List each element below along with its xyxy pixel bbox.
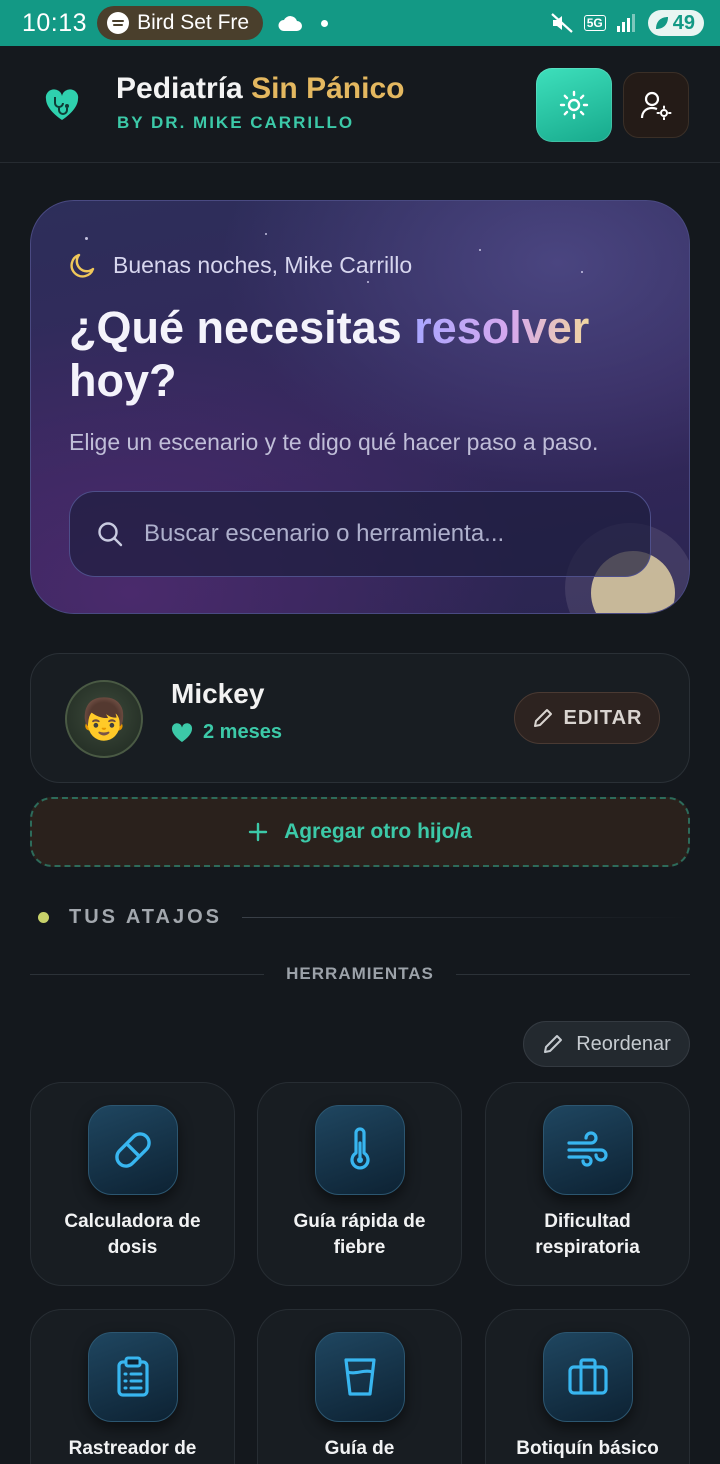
leaf-icon — [655, 17, 668, 29]
tool-icon-tile — [88, 1332, 178, 1422]
hero-title-start: ¿Qué necesitas — [69, 302, 402, 353]
subsection-title: HERRAMIENTAS — [286, 964, 434, 983]
battery-indicator: 49 — [647, 10, 704, 36]
tool-label: Dificultad respiratoria — [535, 1211, 640, 1258]
cup-icon — [344, 1358, 376, 1396]
app-header: Pediatría Sin Pánico BY DR. MIKE CARRILL… — [0, 46, 720, 163]
status-time: 10:13 — [22, 8, 88, 37]
mute-icon — [550, 13, 573, 33]
media-chip[interactable]: Bird Set Fre — [97, 6, 264, 40]
pencil-icon — [533, 709, 552, 727]
profile-settings-button[interactable] — [623, 72, 689, 138]
media-title: Bird Set Fre — [137, 11, 250, 34]
thermometer-icon — [350, 1127, 370, 1170]
tools-subheader: HERRAMIENTAS — [30, 964, 690, 984]
section-dot-icon — [38, 912, 49, 923]
tool-card-dose-calculator[interactable]: Calculadora de dosis — [30, 1082, 235, 1286]
theme-toggle-button[interactable] — [536, 68, 612, 142]
app-screen: 10:13 Bird Set Fre 5G 49 Pediatría Sin P… — [0, 0, 720, 1464]
wind-icon — [567, 1131, 608, 1167]
section-divider — [241, 917, 690, 918]
child-age: 2 meses — [171, 721, 282, 744]
user-settings-icon — [640, 91, 672, 120]
greeting: Buenas noches, Mike Carrillo — [69, 251, 412, 279]
tool-card-first-aid-kit[interactable]: Botiquín básico — [485, 1309, 690, 1464]
search-box[interactable] — [69, 491, 651, 577]
star-decoration — [265, 233, 267, 235]
app-byline: BY DR. MIKE CARRILLO — [117, 113, 355, 132]
hero-title: ¿Qué necesitas resolver hoy? — [69, 301, 659, 407]
heart-icon — [171, 722, 193, 742]
hero-subtitle: Elige un escenario y te digo qué hacer p… — [69, 429, 599, 455]
star-decoration — [85, 237, 88, 240]
reorder-label: Reordenar — [576, 1032, 671, 1055]
add-child-button[interactable]: Agregar otro hijo/a — [30, 797, 690, 867]
notification-dot-icon — [321, 19, 329, 27]
avatar: 👦 — [65, 680, 143, 758]
briefcase-icon — [568, 1358, 608, 1395]
child-profile-card[interactable]: 👦 Mickey 2 meses EDITAR — [30, 653, 690, 783]
plus-icon — [248, 822, 268, 842]
clipboard-icon — [117, 1356, 149, 1397]
child-age-text: 2 meses — [203, 721, 282, 743]
tool-label: Guía rápida de fiebre — [293, 1211, 426, 1258]
battery-level: 49 — [672, 11, 695, 34]
tool-icon-tile — [88, 1105, 178, 1195]
tool-icon-tile — [543, 1332, 633, 1422]
app-title-main: Pediatría — [116, 72, 243, 105]
star-decoration — [367, 281, 369, 283]
hero-title-highlight: resolver — [414, 302, 590, 353]
search-input[interactable] — [144, 520, 650, 548]
hero-card: Buenas noches, Mike Carrillo ¿Qué necesi… — [30, 200, 690, 614]
hero-title-end: hoy? — [69, 355, 177, 406]
tool-card-tracker[interactable]: Rastreador de — [30, 1309, 235, 1464]
cloud-icon — [278, 16, 303, 31]
pencil-icon — [544, 1035, 563, 1053]
divider — [455, 973, 690, 975]
child-name: Mickey — [171, 678, 265, 709]
shortcuts-section-header: TUS ATAJOS — [38, 906, 690, 929]
section-title: TUS ATAJOS — [69, 906, 222, 928]
greeting-text: Buenas noches, Mike Carrillo — [113, 251, 413, 278]
add-child-label: Agregar otro hijo/a — [284, 820, 472, 843]
divider — [30, 973, 265, 975]
tool-card-breathing-difficulty[interactable]: Dificultad respiratoria — [485, 1082, 690, 1286]
star-decoration — [581, 271, 583, 273]
tool-icon-tile — [543, 1105, 633, 1195]
status-bar: 10:13 Bird Set Fre 5G 49 — [0, 0, 720, 46]
search-icon — [98, 522, 123, 547]
app-title-accent: Sin Pánico — [251, 72, 405, 105]
tool-label: Guía de — [324, 1438, 395, 1459]
tool-icon-tile — [315, 1332, 405, 1422]
network-badge: 5G — [583, 15, 606, 31]
sun-icon — [559, 90, 589, 120]
heart-stethoscope-icon — [45, 89, 79, 120]
tool-icon-tile — [315, 1105, 405, 1195]
tool-label: Botiquín básico — [516, 1438, 659, 1459]
tool-label: Rastreador de — [68, 1438, 197, 1459]
status-right: 5G 49 — [550, 10, 704, 36]
spotify-icon — [107, 12, 130, 34]
tool-card-fever-guide[interactable]: Guía rápida de fiebre — [257, 1082, 462, 1286]
pill-icon — [115, 1132, 151, 1168]
moon-icon — [70, 253, 95, 278]
edit-child-button[interactable]: EDITAR — [514, 692, 660, 744]
app-title: Pediatría Sin Pánico — [116, 72, 404, 106]
signal-icon — [616, 14, 635, 32]
star-decoration — [479, 249, 481, 251]
reorder-button[interactable]: Reordenar — [523, 1021, 690, 1067]
edit-child-label: EDITAR — [563, 706, 643, 729]
tool-label: Calculadora de dosis — [64, 1211, 201, 1258]
tool-card-guide[interactable]: Guía de — [257, 1309, 462, 1464]
